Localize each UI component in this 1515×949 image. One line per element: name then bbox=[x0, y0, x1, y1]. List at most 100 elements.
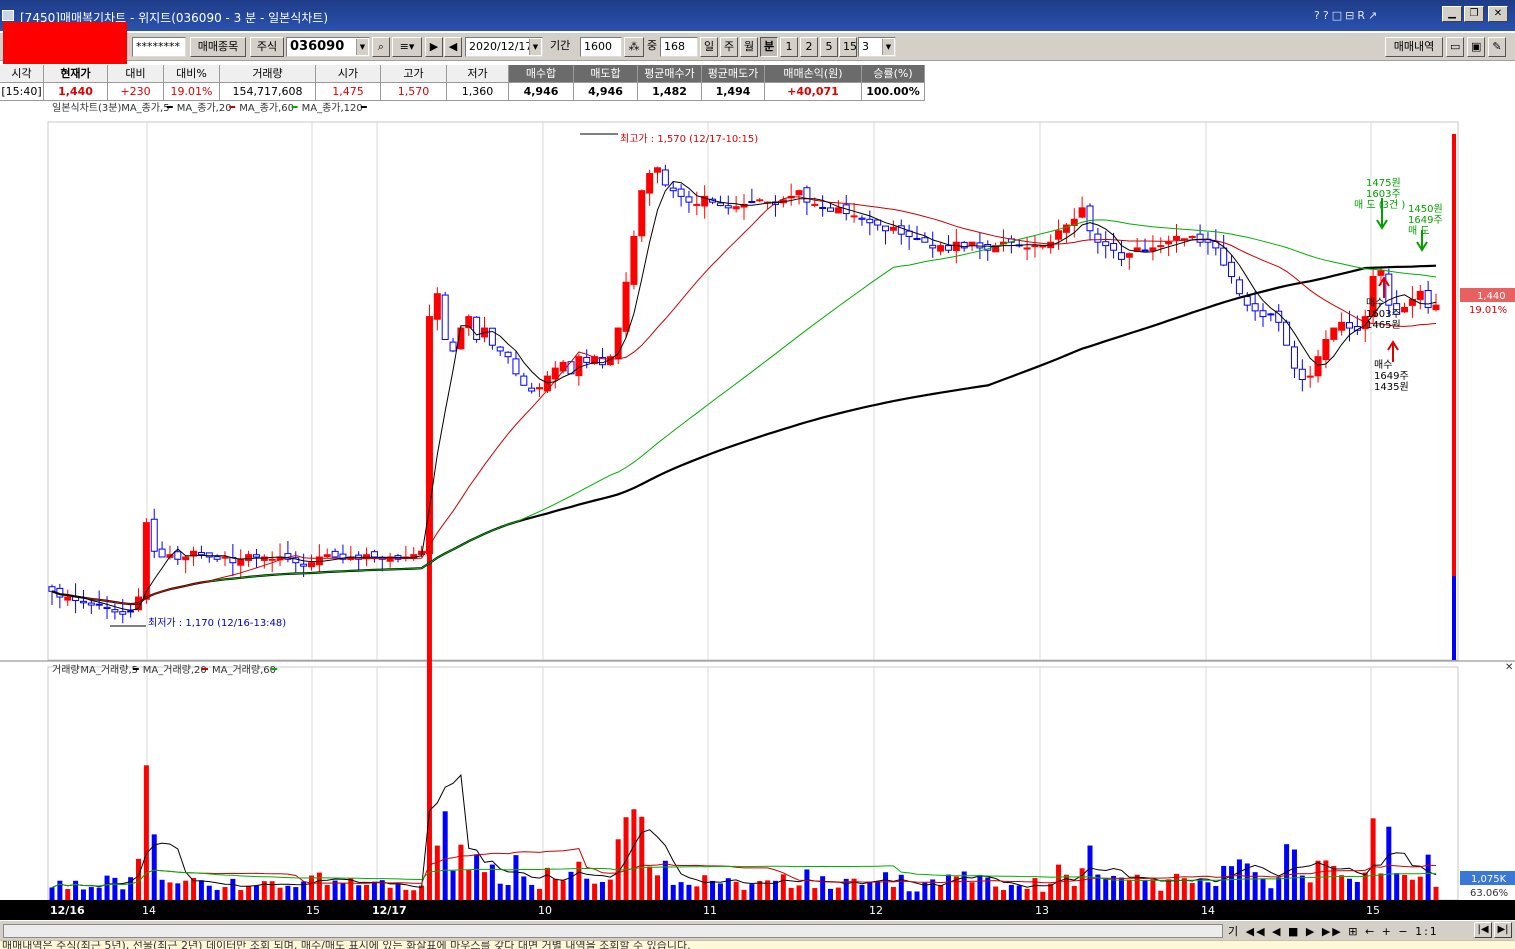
candle-body bbox=[803, 187, 811, 203]
folder-icon[interactable]: ▭ bbox=[1446, 37, 1464, 57]
title-tool-icons[interactable]: ??□⊟R↗ bbox=[1314, 9, 1380, 22]
candle-body bbox=[1157, 245, 1165, 248]
volume-bar bbox=[1402, 874, 1408, 900]
interval-2[interactable]: 2 bbox=[800, 37, 818, 57]
chevron-down-icon[interactable]: ▼ bbox=[529, 39, 541, 55]
legend-label: MA_종가,60 bbox=[239, 102, 294, 114]
candle-body bbox=[874, 219, 882, 226]
search-icon[interactable]: ⌕ bbox=[372, 37, 390, 57]
title-tool-icon[interactable]: ↗ bbox=[1368, 9, 1380, 22]
date-input[interactable]: 2020/12/17 ▼ bbox=[465, 37, 543, 57]
volume-bar bbox=[717, 883, 723, 900]
title-tool-icon[interactable]: ⊟ bbox=[1345, 9, 1357, 22]
volume-bar bbox=[678, 882, 684, 900]
candle-body bbox=[1267, 313, 1275, 316]
interval-month[interactable]: 월 bbox=[740, 37, 758, 57]
volume-bar bbox=[1260, 878, 1266, 900]
market-button[interactable]: 주식 bbox=[250, 37, 284, 57]
volume-bar bbox=[403, 889, 409, 900]
volume-bar bbox=[670, 884, 676, 900]
volume-bar bbox=[167, 882, 173, 900]
minute-select[interactable]: 3 ▼ bbox=[858, 37, 896, 57]
wrench-icon[interactable]: ✎ bbox=[1488, 37, 1506, 57]
candle-body bbox=[213, 556, 221, 560]
volume-bar bbox=[1118, 877, 1124, 900]
volume-bar bbox=[623, 817, 629, 900]
interval-week[interactable]: 주 bbox=[720, 37, 738, 57]
price-volume-chart[interactable]: 일본식차트(3분) MA_종가,5 MA_종가,20 MA_종가,60 MA_종가,12… bbox=[0, 102, 1515, 920]
scroll-last-icon[interactable]: ▶| bbox=[1494, 922, 1512, 938]
volume-bar bbox=[1433, 886, 1439, 900]
interval-1[interactable]: 1 bbox=[780, 37, 798, 57]
count-input[interactable]: 168 bbox=[660, 37, 698, 57]
volume-bar bbox=[1315, 860, 1321, 900]
next-arrow-icon[interactable]: ▶ bbox=[425, 37, 443, 57]
candle-body bbox=[748, 200, 756, 203]
candle-body bbox=[858, 217, 866, 220]
title-tool-icon[interactable]: R bbox=[1357, 9, 1368, 22]
prev-arrow-icon[interactable]: ◀ bbox=[444, 37, 462, 57]
candle-body bbox=[119, 611, 127, 615]
interval-minute[interactable]: 분 bbox=[760, 37, 778, 57]
chevron-down-icon[interactable]: ▼ bbox=[882, 39, 894, 55]
volume-bar bbox=[482, 872, 487, 900]
volume-bar bbox=[1040, 891, 1046, 900]
scroll-first-icon[interactable]: |◀ bbox=[1474, 922, 1492, 938]
volume-tag: 1,075K bbox=[1471, 874, 1507, 885]
trade-history-button[interactable]: 매매내역 bbox=[1385, 37, 1443, 57]
volume-bar bbox=[867, 881, 873, 900]
stock-list-icon[interactable]: ≡▾ bbox=[392, 37, 422, 57]
save-icon[interactable]: ▣ bbox=[1467, 37, 1485, 57]
candle-body bbox=[913, 237, 921, 240]
legend-swatch bbox=[202, 668, 208, 670]
restore-button[interactable]: ❐ bbox=[1464, 6, 1484, 22]
candle-body bbox=[1094, 233, 1102, 243]
volume-bar bbox=[434, 845, 440, 900]
volume-bar bbox=[49, 887, 55, 900]
volume-bar bbox=[285, 885, 291, 900]
quote-value: 19.01% bbox=[164, 83, 220, 101]
title-tool-icon[interactable]: ? bbox=[1323, 9, 1332, 22]
volume-bar bbox=[607, 879, 613, 900]
period-input[interactable]: 1600 bbox=[580, 37, 622, 57]
volume-bar bbox=[859, 884, 865, 900]
minimize-button[interactable]: ▁ bbox=[1442, 6, 1462, 22]
interval-5[interactable]: 5 bbox=[820, 37, 838, 57]
trade-item-button[interactable]: 매매종목 bbox=[190, 37, 246, 57]
volume-bar bbox=[175, 883, 181, 900]
candle-body bbox=[473, 316, 481, 340]
stock-code-value: 036090 bbox=[290, 39, 345, 54]
settings-grid-icon[interactable]: ⁂ bbox=[624, 37, 644, 57]
quote-header: 대비% bbox=[164, 65, 220, 83]
x-tick-label: 13 bbox=[1035, 904, 1049, 917]
horizontal-scrollbar[interactable] bbox=[3, 924, 1223, 938]
candle-body bbox=[323, 554, 331, 557]
interval-15[interactable]: 15 bbox=[839, 37, 857, 57]
volume-bar bbox=[183, 880, 189, 900]
candle-body bbox=[1188, 235, 1196, 238]
candle-body bbox=[174, 551, 182, 560]
volume-bar bbox=[1425, 854, 1431, 900]
title-tool-icon[interactable]: ? bbox=[1314, 9, 1323, 22]
candle-body bbox=[937, 245, 945, 252]
title-tool-icon[interactable]: □ bbox=[1332, 9, 1345, 22]
legend-swatch bbox=[360, 106, 367, 108]
stock-code-input[interactable]: 036090 ▼ bbox=[286, 37, 370, 57]
chevron-down-icon[interactable]: ▼ bbox=[356, 39, 368, 55]
volume-bar bbox=[1417, 876, 1423, 900]
volume-bar bbox=[749, 884, 755, 900]
x-tick-label: 12/17 bbox=[372, 904, 407, 917]
candle-body bbox=[575, 356, 583, 377]
close-button[interactable]: ✕ bbox=[1488, 6, 1508, 22]
volume-bar bbox=[238, 890, 244, 900]
quote-value: 100.00% bbox=[862, 83, 925, 101]
candle-body bbox=[111, 609, 119, 613]
candle-body bbox=[811, 203, 819, 206]
playback-controls[interactable]: 기 ◀◀ ◀ ■ ▶ ▶▶ ⊞ ← + − 1:1 bbox=[1228, 923, 1439, 939]
volume-bar bbox=[741, 889, 747, 900]
interval-day[interactable]: 일 bbox=[700, 37, 718, 57]
quote-value: 1,475 bbox=[316, 83, 381, 101]
sell-annotation: 1649주 bbox=[1408, 215, 1443, 226]
account-password-field[interactable]: ******** bbox=[132, 37, 186, 57]
candle-body bbox=[1235, 279, 1243, 295]
